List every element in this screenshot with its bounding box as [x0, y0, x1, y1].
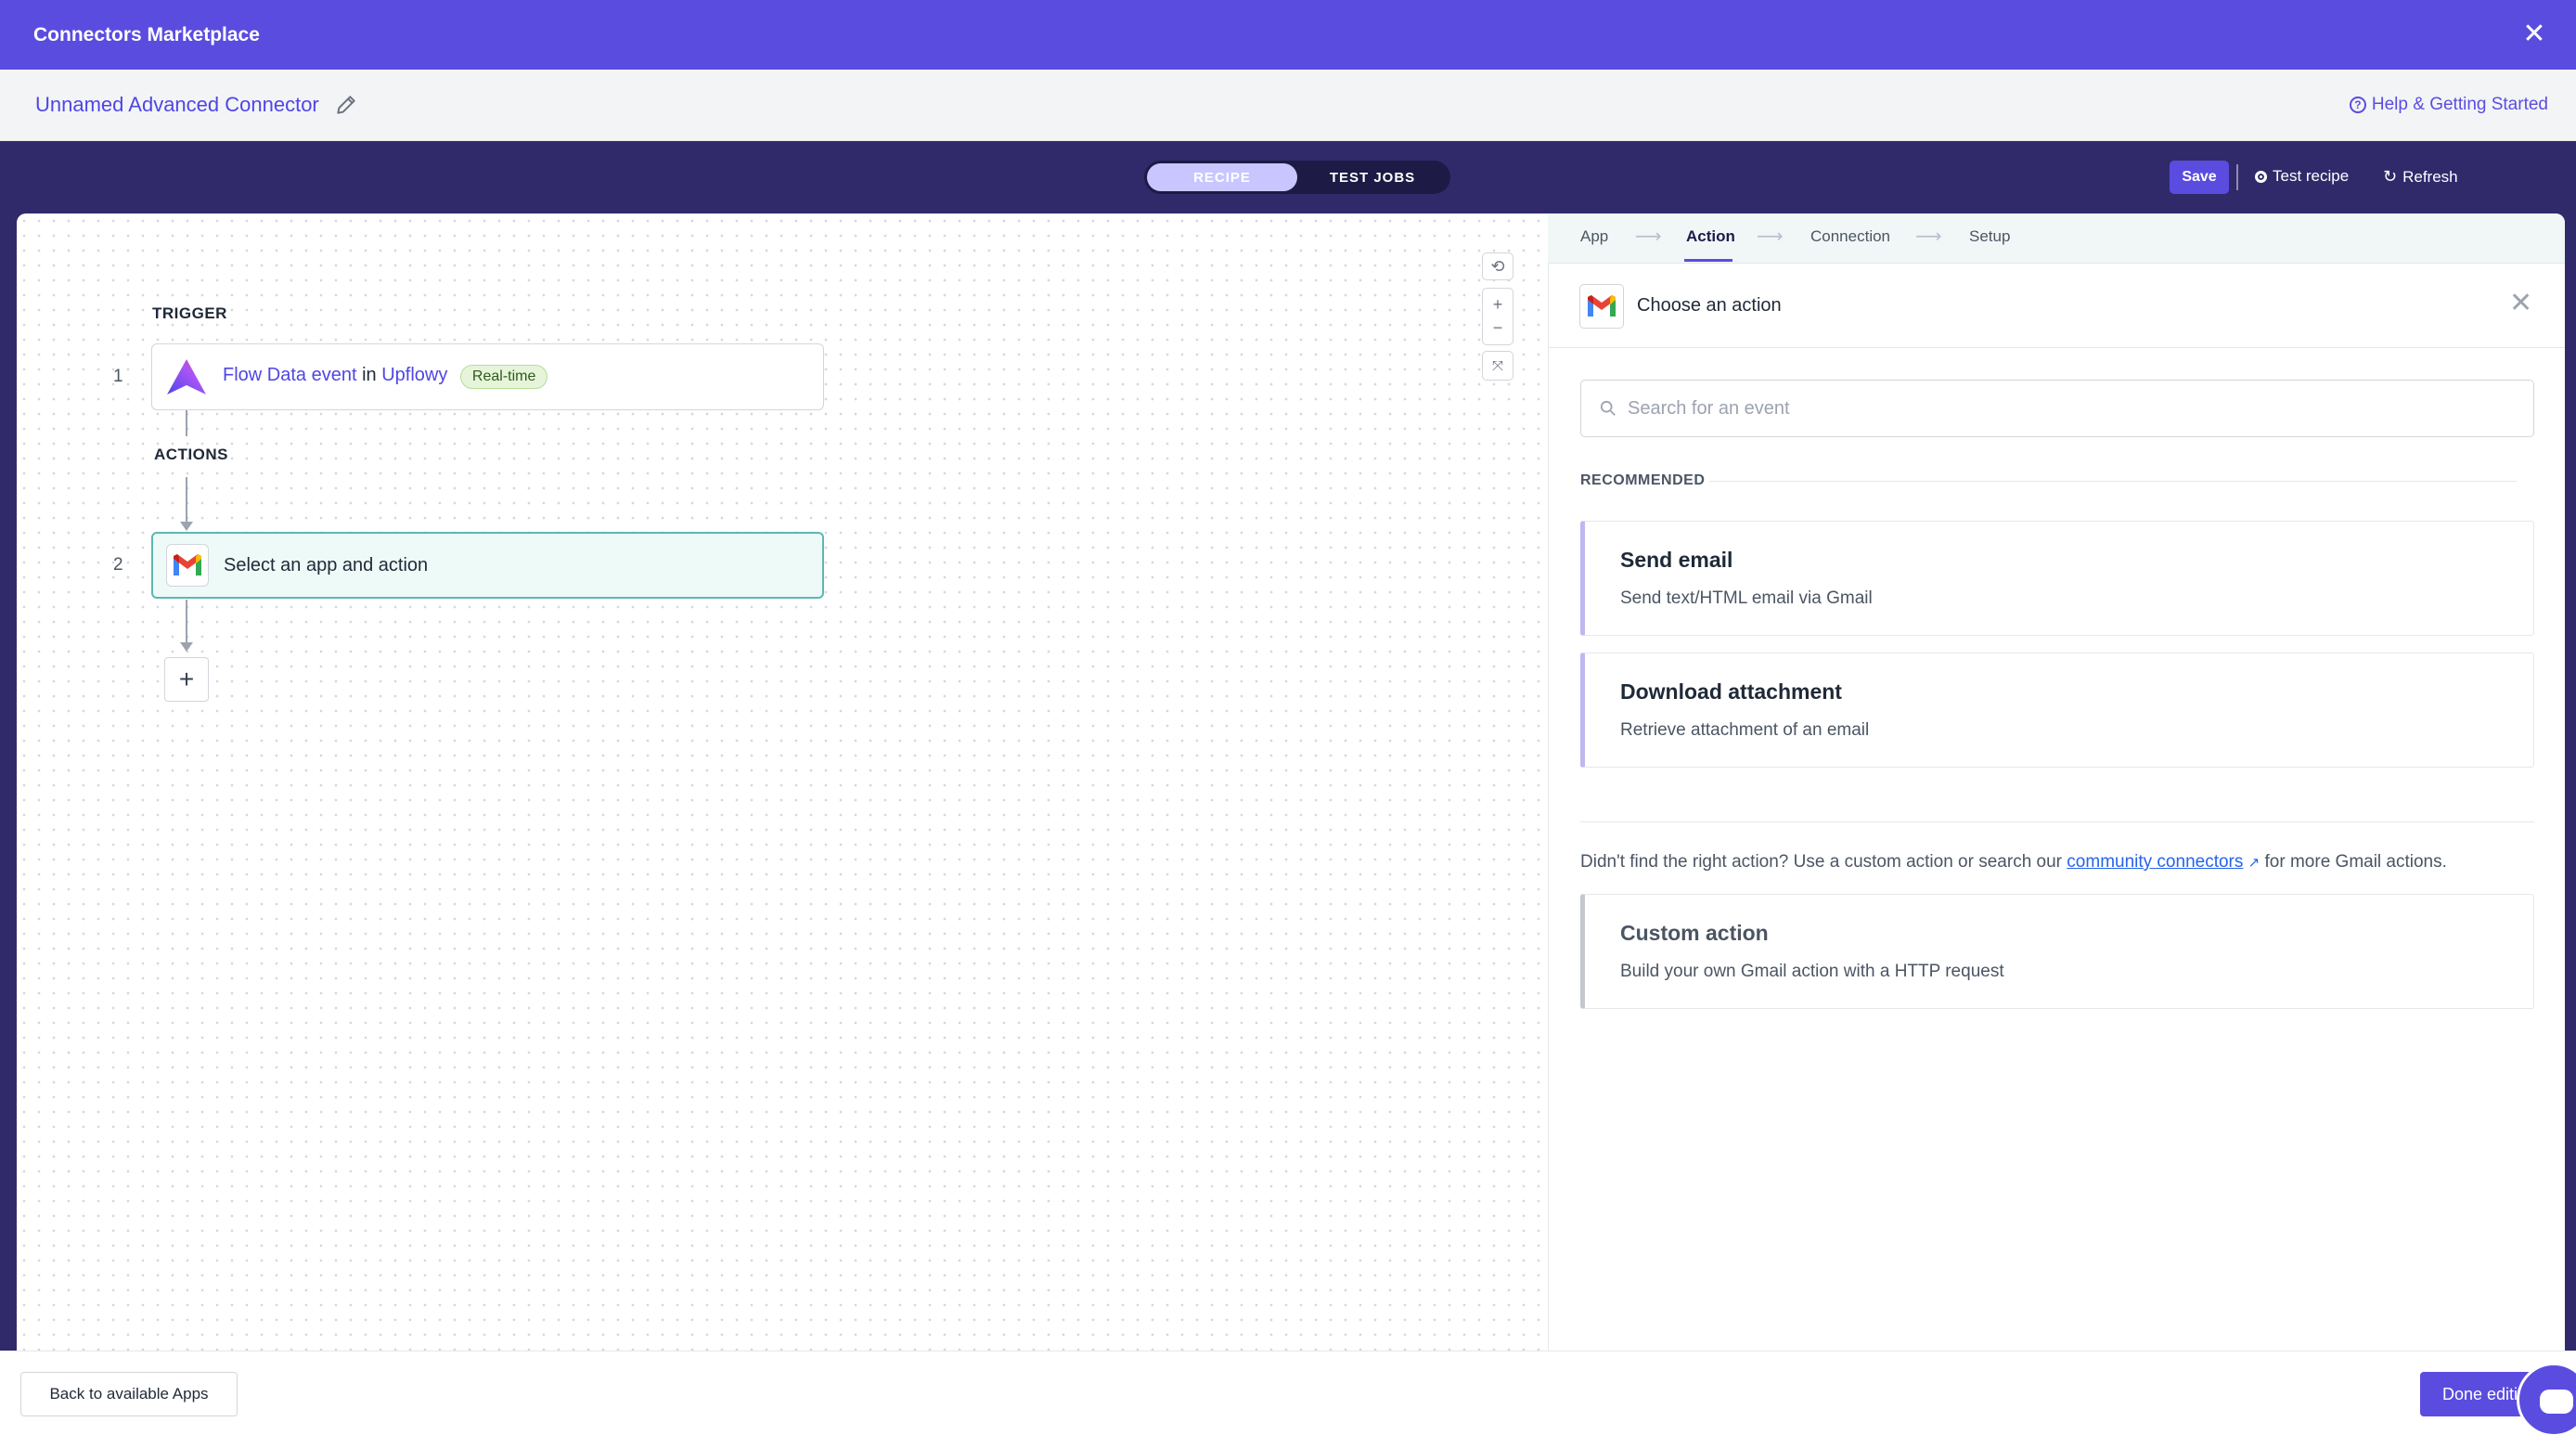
tab-recipe[interactable]: RECIPE: [1147, 163, 1297, 191]
recommended-label: RECOMMENDED: [1580, 472, 1706, 488]
step-number: 2: [113, 555, 123, 575]
panel-title: Choose an action: [1637, 295, 1782, 316]
arrow-down-icon: [180, 642, 193, 652]
trigger-app-name[interactable]: Upflowy: [381, 365, 447, 385]
section-divider: [1580, 821, 2534, 822]
step-number: 1: [113, 367, 123, 386]
action-option-send-email[interactable]: Send email Send text/HTML email via Gmai…: [1580, 521, 2534, 636]
action-title: Send email: [1620, 548, 1733, 572]
actions-label: ACTIONS: [154, 446, 228, 463]
trigger-connector-word: in: [362, 365, 377, 385]
action-description: Retrieve attachment of an email: [1620, 720, 1870, 740]
reset-view-icon[interactable]: ⟲: [1482, 252, 1513, 280]
upflowy-logo-icon: [165, 356, 208, 398]
arrow-right-icon: ⟶: [1915, 226, 1942, 247]
search-icon: [1600, 400, 1616, 416]
back-to-apps-button[interactable]: Back to available Apps: [20, 1372, 238, 1416]
hint-suffix: for more Gmail actions.: [2264, 852, 2447, 872]
refresh-icon: ↻: [2383, 167, 2398, 186]
action-step-text: Select an app and action: [224, 554, 429, 575]
fit-to-screen-icon[interactable]: ⤧: [1482, 351, 1513, 381]
gmail-logo-icon: [166, 544, 209, 587]
action-step-card[interactable]: Select an app and action: [151, 532, 824, 599]
zoom-in-icon[interactable]: +: [1493, 295, 1503, 315]
action-title: Custom action: [1620, 921, 1769, 945]
view-toggle: RECIPE TEST JOBS: [1144, 161, 1450, 194]
record-icon: [2255, 170, 2267, 183]
wizard-step-connection[interactable]: Connection: [1810, 227, 1890, 246]
connector-line: [186, 477, 187, 524]
event-search: [1580, 380, 2534, 437]
action-description: Send text/HTML email via Gmail: [1620, 588, 1873, 608]
footer-bar: [0, 1351, 2576, 1435]
add-step-button[interactable]: +: [164, 657, 209, 702]
help-link[interactable]: ? Help & Getting Started: [2349, 95, 2548, 115]
arrow-right-icon: ⟶: [1757, 226, 1784, 247]
zoom-out-icon[interactable]: −: [1493, 318, 1503, 338]
pencil-icon[interactable]: [334, 93, 358, 117]
gmail-logo-icon: [1579, 284, 1624, 329]
refresh-label: Refresh: [2402, 167, 2458, 186]
help-icon: ?: [2349, 97, 2366, 113]
toolbar-divider: [2236, 164, 2238, 190]
test-recipe-label: Test recipe: [2273, 167, 2350, 185]
trigger-event-name[interactable]: Flow Data event: [223, 365, 357, 385]
window-title: Connectors Marketplace: [33, 23, 260, 45]
action-description: Build your own Gmail action with a HTTP …: [1620, 962, 2004, 981]
community-connectors-link[interactable]: community connectors: [2067, 852, 2243, 872]
refresh-button[interactable]: ↻ Refresh: [2383, 167, 2458, 187]
action-option-download-attachment[interactable]: Download attachment Retrieve attachment …: [1580, 653, 2534, 768]
custom-action-hint: Didn't find the right action? Use a cust…: [1580, 852, 2447, 873]
realtime-badge: Real-time: [459, 365, 548, 389]
connector-name[interactable]: Unnamed Advanced Connector: [35, 93, 319, 117]
title-bar: Connectors Marketplace ✕: [0, 0, 2576, 70]
close-icon[interactable]: ✕: [2509, 290, 2532, 317]
wizard-step-action[interactable]: Action: [1686, 227, 1735, 246]
search-input[interactable]: [1628, 397, 2463, 420]
section-divider: [1709, 481, 2517, 482]
arrow-down-icon: [180, 522, 193, 531]
connector-line: [186, 410, 187, 436]
connector-header: Unnamed Advanced Connector ? Help & Gett…: [0, 70, 2576, 141]
action-title: Download attachment: [1620, 679, 1842, 704]
active-step-indicator: [1684, 259, 1732, 262]
zoom-controls: + −: [1482, 288, 1513, 345]
hint-prefix: Didn't find the right action? Use a cust…: [1580, 852, 2063, 872]
custom-action-option[interactable]: Custom action Build your own Gmail actio…: [1580, 894, 2534, 1009]
save-button[interactable]: Save: [2170, 161, 2229, 194]
trigger-step-card[interactable]: Flow Data event in Upflowy Real-time: [151, 343, 824, 410]
wizard-step-setup[interactable]: Setup: [1969, 227, 2010, 246]
tab-test-jobs[interactable]: TEST JOBS: [1297, 163, 1448, 191]
help-link-label: Help & Getting Started: [2371, 95, 2548, 114]
trigger-step-text: Flow Data event in Upflowy Real-time: [223, 365, 548, 389]
test-recipe-button[interactable]: Test recipe: [2255, 167, 2349, 186]
close-icon[interactable]: ✕: [2518, 19, 2550, 50]
connector-line: [186, 600, 187, 644]
arrow-right-icon: ⟶: [1635, 226, 1662, 247]
trigger-label: TRIGGER: [152, 304, 227, 322]
wizard-step-app[interactable]: App: [1580, 227, 1608, 246]
external-link-icon: ↗: [2248, 855, 2260, 871]
